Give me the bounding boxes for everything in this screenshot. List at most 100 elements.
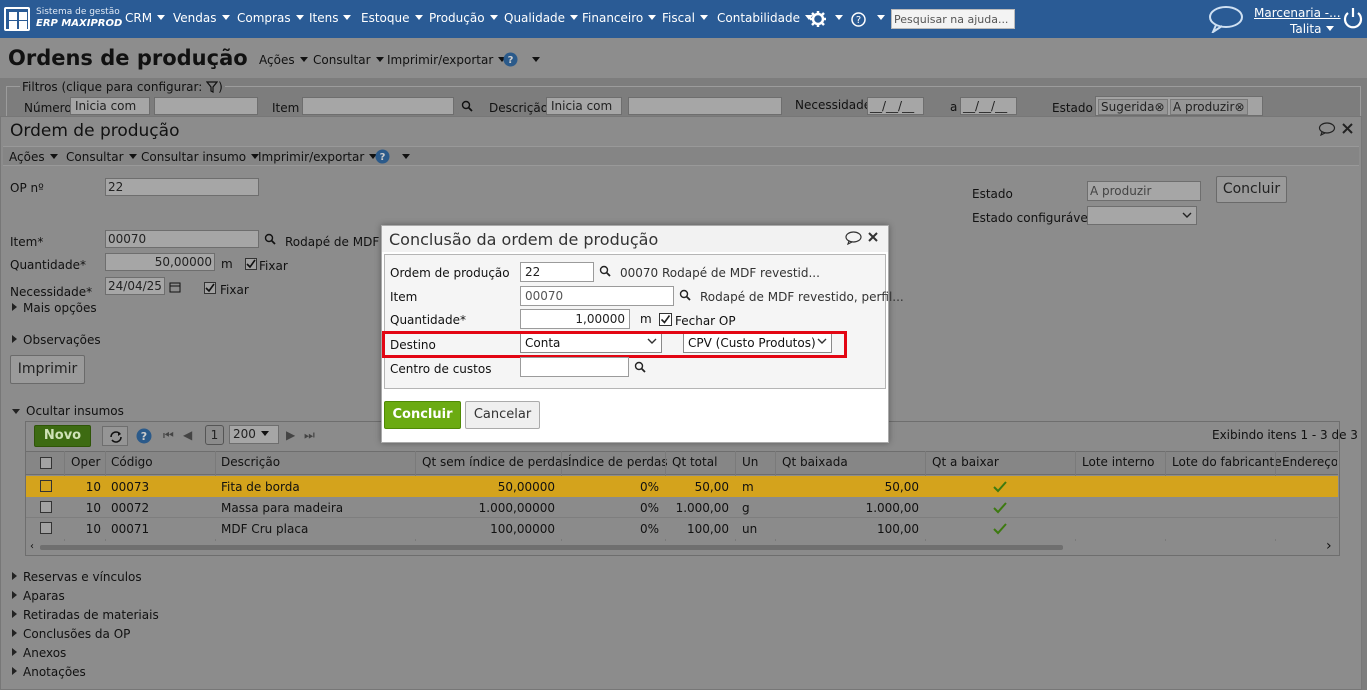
menu-crm[interactable]: CRM	[125, 11, 166, 25]
next-page-icon[interactable]: ▶	[286, 428, 295, 442]
op-item-field[interactable]: 00070	[105, 230, 259, 248]
horizontal-scrollbar[interactable]	[40, 545, 1063, 550]
scroll-left-icon[interactable]: ‹	[30, 541, 34, 552]
dialog-op-field[interactable]: 22	[520, 262, 594, 282]
section-anexos[interactable]: Anexos	[12, 646, 66, 660]
page-print-menu[interactable]: Imprimir/exportar	[387, 53, 507, 67]
row-checkbox[interactable]	[40, 501, 52, 513]
select-all-checkbox[interactable]	[40, 457, 52, 469]
filter-date-from[interactable]: __/__/__	[867, 97, 924, 115]
dialog-cost-center-field[interactable]	[520, 357, 629, 377]
dialog-concluir-button[interactable]: Concluir	[384, 401, 461, 429]
power-icon[interactable]	[1343, 7, 1363, 29]
menu-itens[interactable]: Itens	[309, 11, 352, 25]
section-aparas[interactable]: Aparas	[12, 589, 65, 603]
op-observacoes[interactable]: Observações	[12, 333, 101, 347]
col-oper[interactable]: Oper	[71, 455, 100, 469]
op-qty-field[interactable]: 50,00000	[105, 253, 215, 271]
dialog-close-op-checkbox[interactable]	[659, 313, 672, 326]
dialog-item-search-icon[interactable]	[679, 289, 691, 301]
op-more-options[interactable]: Mais opções	[12, 301, 97, 315]
col-qt-baixada[interactable]: Qt baixada	[782, 455, 848, 469]
page-help-icon[interactable]: ?	[503, 52, 518, 67]
menu-contabilidade[interactable]: Contabilidade	[717, 11, 813, 25]
row-checkbox[interactable]	[40, 522, 52, 534]
gear-menu-caret[interactable]	[830, 11, 843, 25]
company-link[interactable]: Marcenaria -...	[1254, 6, 1341, 20]
prev-page-icon[interactable]: ◀	[183, 428, 192, 442]
section-retiradas[interactable]: Retiradas de materiais	[12, 608, 159, 622]
dialog-op-search-icon[interactable]	[599, 265, 611, 277]
last-page-icon[interactable]: ⏭	[304, 428, 315, 443]
help-menu-caret[interactable]	[872, 11, 885, 25]
col-descricao[interactable]: Descrição	[221, 455, 280, 469]
op-concluir-button[interactable]: Concluir	[1216, 176, 1287, 203]
op-consult-insumo-menu[interactable]: Consultar insumo	[141, 150, 260, 164]
menu-qualidade[interactable]: Qualidade	[504, 11, 579, 25]
section-anotacoes[interactable]: Anotações	[12, 665, 86, 679]
col-indice-perdas[interactable]: Índice de perdas	[568, 455, 668, 469]
op-fixar-need-checkbox[interactable]	[204, 282, 216, 294]
op-need-date[interactable]: 24/04/25	[105, 277, 165, 295]
op-estado-conf-select[interactable]	[1087, 206, 1197, 225]
op-print-menu[interactable]: Imprimir/exportar	[258, 150, 378, 164]
filters-label[interactable]: Filtros (clique para configurar: )	[20, 80, 225, 94]
row-checkbox[interactable]	[40, 480, 52, 492]
op-consult-menu[interactable]: Consultar	[66, 150, 137, 164]
dialog-qty-field[interactable]: 1,00000	[520, 309, 630, 329]
first-page-icon[interactable]: ⏮	[163, 428, 174, 443]
col-endereco[interactable]: Endereço e	[1282, 455, 1337, 469]
page-size-select[interactable]: 200	[229, 425, 279, 444]
op-help-icon[interactable]: ?	[375, 149, 390, 164]
op-fixar-qty-checkbox[interactable]	[245, 258, 257, 270]
col-qt-a-baixar[interactable]: Qt a baixar	[932, 455, 999, 469]
menu-compras[interactable]: Compras	[237, 11, 304, 25]
page-consult-menu[interactable]: Consultar	[313, 53, 384, 67]
section-conclusoes[interactable]: Conclusões da OP	[12, 627, 130, 641]
help-search-input[interactable]: Pesquisar na ajuda...	[891, 9, 1015, 29]
col-codigo[interactable]: Código	[111, 455, 153, 469]
col-lote-interno[interactable]: Lote interno	[1082, 455, 1154, 469]
filter-item-search-icon[interactable]	[461, 100, 473, 112]
page-actions-menu[interactable]: Ações	[259, 53, 308, 67]
grid-new-button[interactable]: Novo	[34, 425, 91, 447]
gear-icon[interactable]	[809, 10, 827, 28]
dialog-cost-center-search-icon[interactable]	[634, 361, 646, 373]
filter-item-input[interactable]	[302, 97, 454, 115]
op-item-search-icon[interactable]	[264, 233, 276, 245]
user-menu[interactable]: Talita	[1290, 22, 1335, 36]
filter-date-to[interactable]: __/__/__	[960, 97, 1017, 115]
col-lote-fabricante[interactable]: Lote do fabricante	[1172, 455, 1282, 469]
page-number[interactable]: 1	[205, 425, 224, 445]
section-reservas[interactable]: Reservas e vínculos	[12, 570, 142, 584]
page-extra-caret[interactable]	[527, 53, 540, 67]
filter-numero-input[interactable]	[154, 97, 258, 115]
dialog-chat-icon[interactable]	[845, 231, 862, 245]
menu-vendas[interactable]: Vendas	[173, 11, 230, 25]
dialog-cancel-button[interactable]: Cancelar	[465, 401, 540, 429]
op-print-button[interactable]: Imprimir	[10, 355, 85, 384]
op-chat-icon[interactable]	[1318, 122, 1336, 136]
op-insumos-toggle[interactable]: Ocultar insumos	[12, 404, 124, 418]
op-extra-caret[interactable]	[397, 150, 410, 164]
op-calendar-icon[interactable]	[169, 281, 181, 293]
op-close-icon[interactable]	[1342, 123, 1353, 134]
estado-tag-sugerida[interactable]: Sugerida⊗	[1098, 99, 1168, 115]
menu-producao[interactable]: Produção	[429, 11, 498, 25]
grid-help-icon[interactable]: ?	[136, 428, 152, 444]
scroll-right-icon[interactable]: ›	[1326, 538, 1332, 554]
filter-estado-multiselect[interactable]: Sugerida⊗ A produzir⊗	[1095, 96, 1263, 116]
menu-financeiro[interactable]: Financeiro	[582, 11, 657, 25]
help-icon[interactable]: ?	[851, 12, 866, 27]
menu-estoque[interactable]: Estoque	[361, 11, 423, 25]
col-qt-sem-indice[interactable]: Qt sem índice de perdas	[422, 455, 569, 469]
filter-descricao-mode[interactable]: Inicia com	[546, 97, 622, 115]
op-actions-menu[interactable]: Ações	[9, 150, 58, 164]
col-qt-total[interactable]: Qt total	[672, 455, 717, 469]
filter-descricao-input[interactable]	[628, 97, 782, 115]
estado-tag-a-produzir[interactable]: A produzir⊗	[1170, 99, 1248, 115]
menu-fiscal[interactable]: Fiscal	[662, 11, 708, 25]
col-un[interactable]: Un	[742, 455, 758, 469]
dialog-item-field[interactable]: 00070	[520, 286, 674, 306]
filter-numero-mode[interactable]: Inicia com	[70, 97, 150, 115]
